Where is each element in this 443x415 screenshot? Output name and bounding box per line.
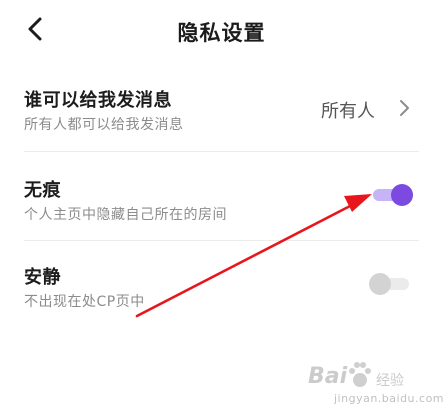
setting-title: 无痕 [24, 180, 61, 201]
toggle-knob [369, 273, 391, 295]
setting-desc: 不出现在处CP页中 [24, 294, 145, 310]
setting-row-message[interactable]: 谁可以给我发消息 所有人都可以给我发消息 所有人 [0, 62, 443, 152]
quiet-toggle[interactable] [369, 273, 413, 295]
nav-bar: 隐私设置 [0, 0, 443, 62]
watermark: Bai 经验 jingyan.baidu.com [300, 360, 443, 412]
toggle-knob [391, 184, 413, 206]
chevron-right-icon [400, 100, 409, 116]
setting-desc: 个人主页中隐藏自己所在的房间 [24, 207, 227, 223]
setting-title: 谁可以给我发消息 [24, 90, 172, 111]
watermark-url: jingyan.baidu.com [334, 392, 443, 405]
page-title: 隐私设置 [177, 21, 266, 45]
paw-icon [349, 362, 371, 387]
watermark-logo: Bai [308, 364, 348, 389]
setting-row-invisible: 无痕 个人主页中隐藏自己所在的房间 [0, 152, 443, 240]
setting-value: 所有人 [321, 101, 375, 122]
invisible-toggle[interactable] [369, 184, 413, 206]
watermark-suffix: 经验 [376, 373, 404, 389]
setting-title: 安静 [24, 267, 61, 288]
setting-desc: 所有人都可以给我发消息 [24, 117, 184, 133]
setting-row-quiet: 安静 不出现在处CP页中 [0, 241, 443, 329]
